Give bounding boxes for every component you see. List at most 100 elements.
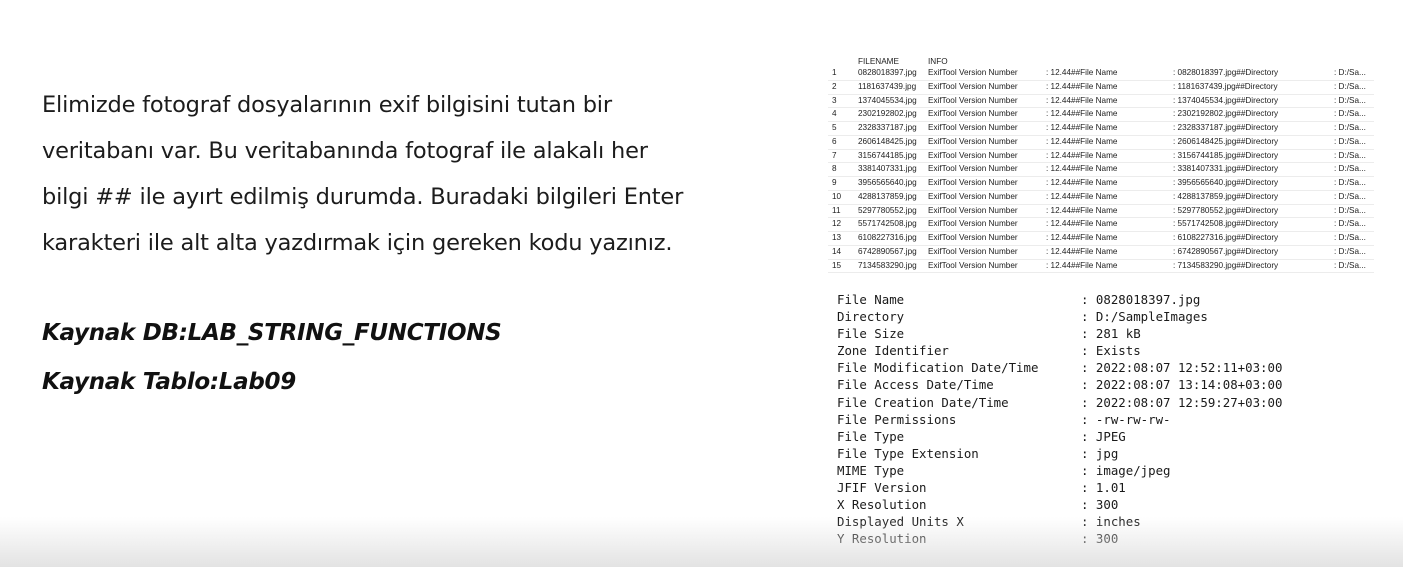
table-row[interactable]: 10 4288137859.jpg ExifTool Version Number:… (828, 191, 1374, 205)
exif-key: File Type Extension (837, 445, 979, 461)
exif-key: Directory (837, 309, 905, 325)
table-row[interactable]: 12 5571742508.jpg ExifTool Version Number:… (828, 218, 1374, 232)
exif-value: : D:/SampleImages (1081, 309, 1208, 325)
cell-filename: 3956565640.jpg (858, 178, 917, 187)
cell-info: ExifTool Version Number (928, 95, 1018, 105)
description-line: veritabanı var. Bu veritabanında fotogra… (42, 138, 648, 164)
cell-info: ExifTool Version Number (928, 109, 1018, 119)
description-line: bilgi ## ile ayırt edilmiş durumda. Bura… (42, 184, 684, 210)
cell-info-part: : 12.44##File Name (1046, 123, 1118, 132)
cell-info-part: : D:/Sa... (1334, 123, 1366, 132)
source-db-label: Kaynak DB:LAB_STRING_FUNCTIONS (42, 320, 502, 346)
cell-filename: 2328337187.jpg (858, 123, 917, 132)
cell-info-part: : 12.44##File Name (1046, 95, 1118, 105)
table-row[interactable]: 8 3381407331.jpg ExifTool Version Number: … (828, 163, 1374, 177)
bottom-shade (0, 517, 1403, 567)
exif-key: File Modification Date/Time (837, 360, 1039, 376)
exif-value: : Exists (1081, 343, 1141, 359)
cell-filename: 1374045534.jpg (858, 95, 917, 105)
cell-info-part: : 1181637439.jpg##Directory (1173, 81, 1278, 91)
row-number: 8 (832, 164, 837, 174)
exif-key: File Permissions (837, 411, 957, 427)
cell-filename: 1181637439.jpg (858, 81, 917, 91)
cell-filename: 3381407331.jpg (858, 164, 917, 174)
table-row[interactable]: 2 1181637439.jpg ExifTool Version Number: … (828, 81, 1374, 95)
table-row[interactable]: 3 1374045534.jpg ExifTool Version Number: … (828, 95, 1374, 109)
exif-value: : 1.01 (1081, 480, 1126, 496)
table-row[interactable]: 9 3956565640.jpg ExifTool Version Number: … (828, 177, 1374, 191)
exif-key: File Access Date/Time (837, 377, 994, 393)
row-number: 6 (832, 136, 837, 146)
cell-info-part: : 12.44##File Name (1046, 68, 1118, 77)
cell-filename: 6108227316.jpg (858, 233, 917, 242)
cell-info-part: : 12.44##File Name (1046, 246, 1118, 256)
cell-info-part: : D:/Sa... (1334, 260, 1366, 270)
cell-info-part: : 2302192802.jpg##Directory (1173, 109, 1279, 119)
cell-info-part: : D:/Sa... (1334, 109, 1366, 119)
table-row[interactable]: 4 2302192802.jpg ExifTool Version Number: … (828, 108, 1374, 122)
row-number: 14 (832, 246, 842, 256)
cell-info-part: : 0828018397.jpg##Directory (1173, 68, 1279, 77)
exif-value: : jpg (1081, 445, 1119, 461)
row-number: 10 (832, 191, 842, 201)
cell-info: ExifTool Version Number (928, 68, 1018, 77)
exif-key: JFIF Version (837, 480, 927, 496)
exif-value: : 2022:08:07 13:14:08+03:00 (1081, 377, 1283, 393)
exif-key: File Size (837, 326, 905, 342)
row-number: 1 (832, 68, 837, 77)
cell-info: ExifTool Version Number (928, 219, 1018, 229)
cell-filename: 5297780552.jpg (858, 205, 917, 215)
row-number: 9 (832, 178, 837, 187)
exif-value: : 2022:08:07 12:59:27+03:00 (1081, 394, 1283, 410)
exif-value: : image/jpeg (1081, 462, 1171, 478)
cell-filename: 3156744185.jpg (858, 150, 917, 160)
exif-key: File Creation Date/Time (837, 394, 1009, 410)
table-row[interactable]: 7 3156744185.jpg ExifTool Version Number : … (828, 150, 1374, 164)
task-description: Elimizde fotograf dosyalarının exif bilg… (42, 82, 782, 266)
cell-info: ExifTool Version Number (928, 123, 1018, 132)
cell-filename: 0828018397.jpg (858, 68, 917, 77)
cell-info: ExifTool Version Number (928, 150, 1018, 160)
table-row[interactable]: 1 0828018397.jpg ExifTool Version Number : … (828, 67, 1374, 81)
cell-filename: 2302192802.jpg (858, 109, 917, 119)
table-row[interactable]: 13 6108227316.jpg ExifTool Version Number:… (828, 232, 1374, 246)
cell-info-part: : 12.44##File Name (1046, 233, 1118, 242)
column-header-info[interactable]: INFO (928, 57, 948, 66)
cell-info-part: : D:/Sa... (1334, 150, 1366, 160)
cell-info-part: : D:/Sa... (1334, 95, 1366, 105)
table-row[interactable]: 11 5297780552.jpg ExifTool Version Number:… (828, 205, 1374, 219)
cell-info-part: : 6108227316.jpg##Directory (1173, 233, 1279, 242)
table-row[interactable]: 15 7134583290.jpg ExifTool Version Number:… (828, 260, 1374, 274)
table-row[interactable]: 14 6742890567.jpg ExifTool Version Number:… (828, 246, 1374, 260)
cell-info: ExifTool Version Number (928, 260, 1018, 270)
description-line: Elimizde fotograf dosyalarının exif bilg… (42, 92, 612, 118)
cell-info-part: : 3156744185.jpg##Directory (1173, 150, 1279, 160)
exif-value: : 300 (1081, 497, 1119, 513)
cell-info-part: : 12.44##File Name (1046, 260, 1118, 270)
cell-info-part: : D:/Sa... (1334, 191, 1366, 201)
table-row[interactable]: 5 2328337187.jpg ExifTool Version Number: … (828, 122, 1374, 136)
cell-info-part: : 12.44##File Name (1046, 136, 1118, 146)
exif-value: : -rw-rw-rw- (1081, 411, 1171, 427)
cell-info-part: : 12.44##File Name (1046, 150, 1118, 160)
cell-info: ExifTool Version Number (928, 205, 1018, 215)
cell-info-part: : 12.44##File Name (1046, 191, 1118, 201)
exif-value: : 2022:08:07 12:52:11+03:00 (1081, 360, 1283, 376)
cell-filename: 4288137859.jpg (858, 191, 917, 201)
column-header-filename[interactable]: FILENAME (858, 57, 899, 66)
row-number: 11 (832, 205, 841, 215)
table-row[interactable]: 6 2606148425.jpg ExifTool Version Number: … (828, 136, 1374, 150)
cell-info-part: : 4288137859.jpg##Directory (1173, 191, 1279, 201)
cell-info-part: : 12.44##File Name (1046, 219, 1118, 229)
row-number: 7 (832, 150, 837, 160)
cell-info-part: : D:/Sa... (1334, 81, 1366, 91)
cell-info-part: : 12.44##File Name (1046, 164, 1118, 174)
row-number: 12 (832, 219, 842, 229)
cell-info-part: : 12.44##File Name (1046, 81, 1118, 91)
cell-info-part: : 5297780552.jpg##Directory (1173, 205, 1279, 215)
cell-info: ExifTool Version Number (928, 246, 1018, 256)
cell-info-part: : D:/Sa... (1334, 233, 1366, 242)
results-grid: FILENAME INFO 1 0828018397.jpg ExifTool Ve… (828, 56, 1374, 274)
cell-info-part: : D:/Sa... (1334, 205, 1366, 215)
cell-info-part: : 3381407331.jpg##Directory (1173, 164, 1279, 174)
